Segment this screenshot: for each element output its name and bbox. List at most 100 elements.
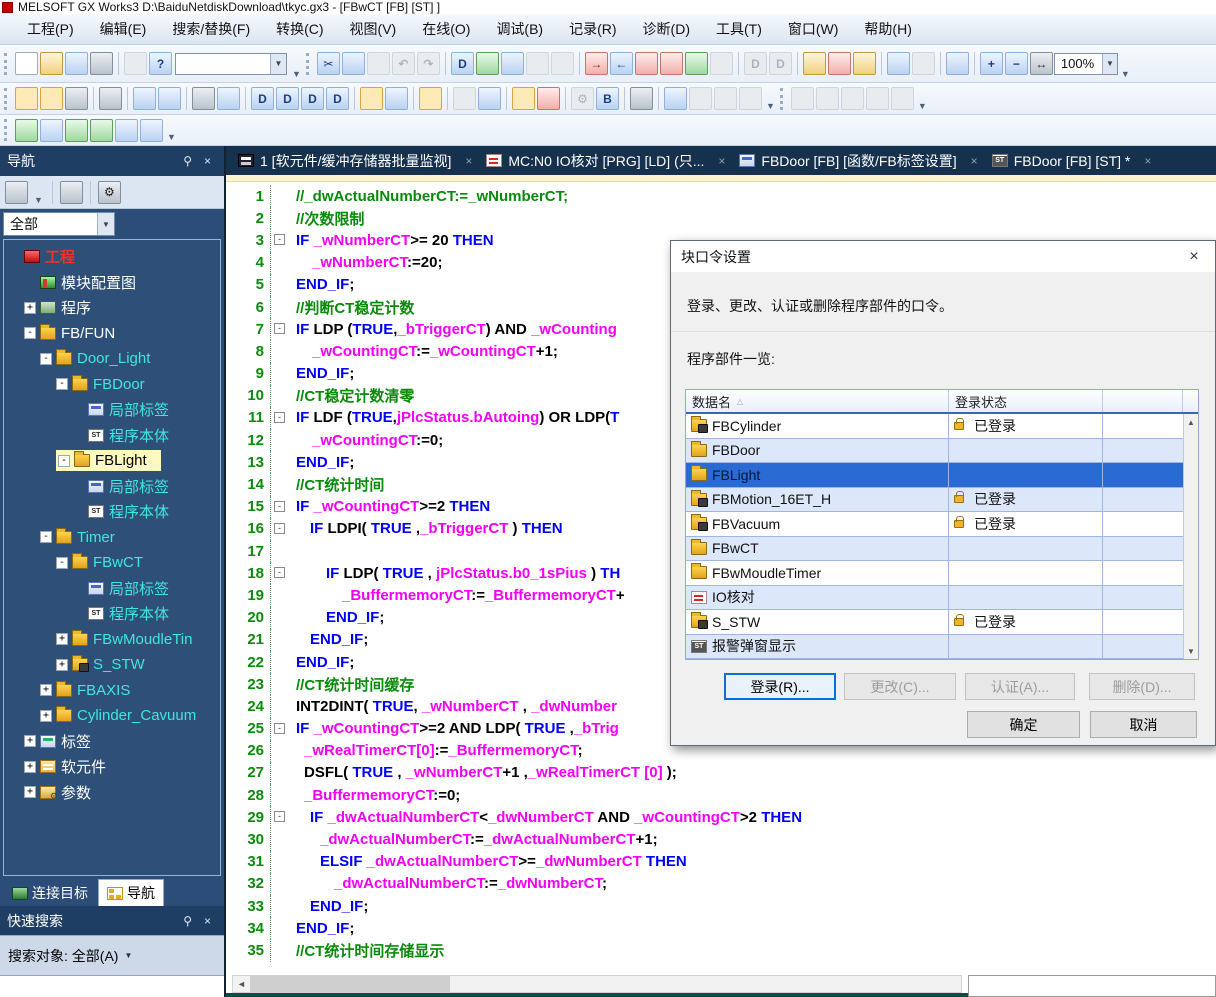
expand-icon[interactable]: + <box>24 761 36 773</box>
expand-icon[interactable]: + <box>40 710 52 722</box>
close-icon[interactable]: × <box>198 154 217 168</box>
tree-collapse-icon[interactable] <box>60 181 83 204</box>
fold-collapse-icon[interactable] <box>274 323 285 334</box>
edit-pen-icon[interactable] <box>512 87 535 110</box>
tab-connection-target[interactable]: 连接目标 <box>4 880 96 906</box>
cut-icon[interactable]: ✂ <box>317 52 340 75</box>
toolbar-grip[interactable] <box>780 88 786 110</box>
tab-close-icon[interactable]: × <box>712 154 731 168</box>
tree-sort-icon[interactable] <box>5 181 28 204</box>
zoom-in-icon[interactable]: + <box>980 52 1003 75</box>
pin-icon[interactable]: ⚲ <box>177 154 198 168</box>
toolbar-more-icon[interactable]: ▼ <box>918 101 927 114</box>
tree-item-fbdoor[interactable]: -FBDoor <box>4 372 220 398</box>
monitor-mode-icon[interactable] <box>685 52 708 75</box>
device-test-icon[interactable] <box>501 52 524 75</box>
grid-color-icon[interactable] <box>478 87 501 110</box>
toolbar-more-icon[interactable]: ▼ <box>292 69 301 82</box>
chevron-down-icon[interactable]: ▼ <box>270 54 286 74</box>
help-icon[interactable]: ? <box>149 52 172 75</box>
fold-collapse-icon[interactable] <box>274 723 285 734</box>
close-icon[interactable]: × <box>198 914 217 928</box>
tree-item-labels[interactable]: +标签 <box>4 729 220 755</box>
clock-setting-icon[interactable] <box>360 87 383 110</box>
tree-item-door-light[interactable]: -Door_Light <box>4 346 220 372</box>
verify-1-icon[interactable] <box>635 52 658 75</box>
table-row-fblight[interactable]: FBLight <box>686 463 1183 488</box>
menu-diagnostics[interactable]: 诊断(D) <box>630 15 703 43</box>
fold-collapse-icon[interactable] <box>274 501 285 512</box>
list-window-icon[interactable] <box>419 87 442 110</box>
scroll-down-icon[interactable]: ▼ <box>1187 643 1195 659</box>
close-icon[interactable]: × <box>1179 244 1209 270</box>
toolbar-grip[interactable] <box>306 53 312 75</box>
column-header-status[interactable]: 登录状态 <box>949 390 1103 412</box>
toolbar-more-icon[interactable]: ▼ <box>167 132 176 145</box>
menu-record[interactable]: 记录(R) <box>556 15 629 43</box>
expand-icon[interactable]: + <box>24 735 36 747</box>
fold-collapse-icon[interactable] <box>274 567 285 578</box>
connection-view-icon[interactable] <box>40 87 63 110</box>
table-row-fbmotion-16et-h[interactable]: FBMotion_16ET_H已登录 <box>686 488 1183 513</box>
expand-icon[interactable]: + <box>24 786 36 798</box>
fold-collapse-icon[interactable] <box>274 412 285 423</box>
expand-icon[interactable]: - <box>56 378 68 390</box>
pin-icon[interactable]: ⚲ <box>177 914 198 928</box>
module-configuration-icon[interactable] <box>99 87 122 110</box>
menu-debug[interactable]: 调试(B) <box>483 15 556 43</box>
comment-note-icon[interactable] <box>803 52 826 75</box>
zoom-level-select[interactable]: 100%▼ <box>1054 53 1118 75</box>
tree-item-program[interactable]: +程序 <box>4 295 220 321</box>
tab-close-icon[interactable]: × <box>459 154 478 168</box>
login-button[interactable]: 登录(R)... <box>724 673 836 700</box>
tree-item-module-configuration[interactable]: 模块配置图 <box>4 270 220 296</box>
program-list-icon[interactable] <box>133 87 156 110</box>
device-batch-icon[interactable]: D <box>326 87 349 110</box>
tab-close-icon[interactable]: × <box>965 154 984 168</box>
quick-search-scope[interactable]: 搜索对象: 全部(A) ▼ <box>0 935 224 975</box>
table-row-fbvacuum[interactable]: FBVacuum已登录 <box>686 512 1183 537</box>
zoom-out-icon[interactable]: − <box>1005 52 1028 75</box>
tree-item-s-stw[interactable]: +S_STW <box>4 652 220 678</box>
table-row-fbcylinder[interactable]: FBCylinder已登录 <box>686 414 1183 439</box>
tree-item-parameters[interactable]: +参数 <box>4 780 220 806</box>
user-find-icon[interactable] <box>630 87 653 110</box>
find-next-icon[interactable] <box>90 119 113 142</box>
expand-icon[interactable]: + <box>24 302 36 314</box>
expand-icon[interactable]: + <box>56 633 68 645</box>
tab-fbdoor-label-settings[interactable]: FBDoor [FB] [函数/FB标签设置] <box>731 146 964 175</box>
expand-icon[interactable]: - <box>56 557 68 569</box>
menu-find-replace[interactable]: 搜索/替换(F) <box>159 15 263 43</box>
table-row-fbwmoudletimer[interactable]: FBwMoudleTimer <box>686 561 1183 586</box>
find-window-icon[interactable] <box>217 87 240 110</box>
new-project-icon[interactable] <box>15 52 38 75</box>
device-comment-2-icon[interactable]: D <box>276 87 299 110</box>
scrollbar-thumb[interactable] <box>250 976 450 992</box>
clock-check-icon[interactable] <box>385 87 408 110</box>
expand-icon[interactable]: - <box>40 353 52 365</box>
search-combo-input[interactable]: ▼ <box>175 53 287 75</box>
open-project-icon[interactable] <box>40 52 63 75</box>
verify-2-icon[interactable] <box>660 52 683 75</box>
monitor-start-icon[interactable] <box>476 52 499 75</box>
write-check-icon[interactable] <box>65 87 88 110</box>
tree-item-fbwmoudletin[interactable]: +FBwMoudleTin <box>4 627 220 653</box>
quick-search-input[interactable] <box>0 975 224 997</box>
pointer-branch-1-icon[interactable] <box>115 119 138 142</box>
tree-item-fblight[interactable]: -FBLight <box>4 448 220 474</box>
scroll-up-icon[interactable]: ▲ <box>1187 414 1195 430</box>
tab-batch-monitor[interactable]: 1 [软元件/缓冲存储器批量监视] <box>230 146 459 175</box>
find-previous-icon[interactable] <box>65 119 88 142</box>
expand-icon[interactable]: + <box>56 659 68 671</box>
tree-item-fbdoor-local-labels[interactable]: 局部标签 <box>4 397 220 423</box>
fold-collapse-icon[interactable] <box>274 811 285 822</box>
column-header-name[interactable]: 数据名 △ <box>686 390 949 412</box>
menu-convert[interactable]: 转换(C) <box>263 15 336 43</box>
gear-icon[interactable]: ⚙ <box>98 181 121 204</box>
tab-navigation[interactable]: 导航 <box>98 879 164 906</box>
comment-note-2-icon[interactable] <box>853 52 876 75</box>
tree-item-fbdoor-program-body[interactable]: 程序本体 <box>4 423 220 449</box>
find-binoculars-icon[interactable] <box>192 87 215 110</box>
tree-item-timer[interactable]: -Timer <box>4 525 220 551</box>
print-icon[interactable] <box>90 52 113 75</box>
